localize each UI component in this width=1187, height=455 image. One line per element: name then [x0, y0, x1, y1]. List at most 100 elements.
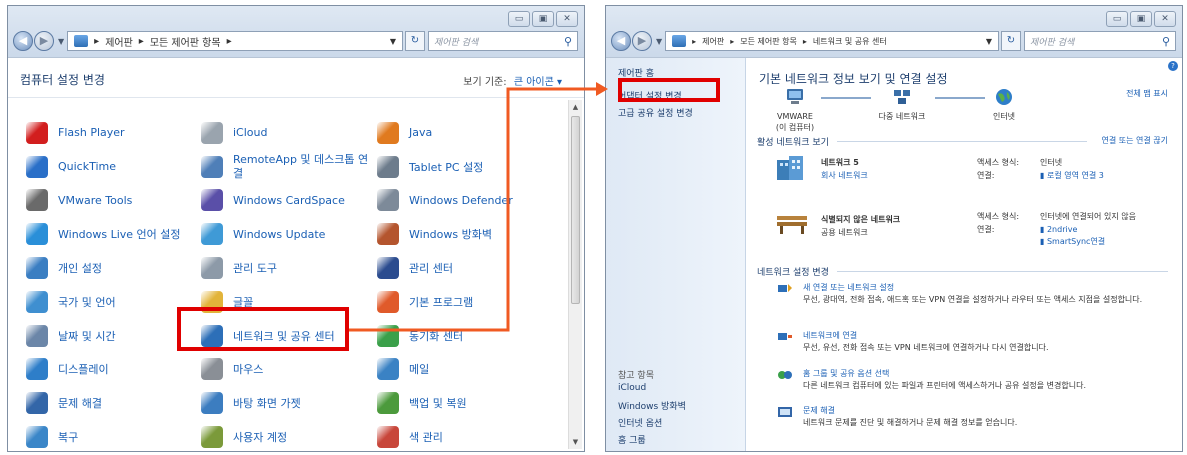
cp-item[interactable]: 개인 설정 — [26, 251, 198, 285]
address-bar: ◀ ▶ ▼ ▸ 제어판 ▸ 모든 제어판 항목 ▸ 네트워크 및 공유 센터 ▼… — [611, 30, 1176, 52]
connect-disconnect-link[interactable]: 연결 또는 연결 끊기 — [1101, 135, 1168, 146]
cp-item-label: 메일 — [409, 363, 430, 377]
cp-item[interactable]: 바탕 화면 가젯 — [201, 386, 374, 420]
network-2-connection-2-link[interactable]: ▮ SmartSync연결 — [1040, 236, 1105, 247]
page-title: 컴퓨터 설정 변경 — [20, 73, 105, 87]
vmware-icon — [26, 189, 48, 212]
address-field[interactable]: ▸ 제어판 ▸ 모든 제어판 항목 ▸ 네트워크 및 공유 센터 ▼ — [665, 31, 999, 51]
see-also-firewall-link[interactable]: Windows 방화벽 — [618, 399, 686, 412]
cp-item[interactable]: iCloud — [201, 116, 374, 150]
breadcrumb-all-items[interactable]: 모든 제어판 항목 — [150, 34, 221, 49]
address-field[interactable]: ▸ 제어판 ▸ 모든 제어판 항목 ▸ ▼ — [67, 31, 403, 51]
cp-item[interactable]: QuickTime — [26, 150, 198, 184]
network-2-connection-1-link[interactable]: ▮ 2ndrive — [1040, 224, 1077, 235]
remoteapp-icon — [201, 155, 223, 178]
cp-item[interactable]: 색 관리 — [377, 420, 547, 451]
network-1-type-link[interactable]: 회사 네트워크 — [821, 170, 868, 181]
cp-item[interactable]: Windows 방화벽 — [377, 217, 547, 251]
cp-item[interactable]: Java — [377, 116, 547, 150]
see-full-map-link[interactable]: 전체 맵 표시 — [1126, 88, 1168, 99]
cp-item-label: Windows Defender — [409, 193, 513, 207]
task-connect: 네트워크에 연결 무선, 유선, 전화 접속 또는 VPN 네트워크에 연결하거… — [777, 330, 1177, 353]
task-troubleshoot-link[interactable]: 문제 해결 — [803, 405, 1017, 417]
computer-name: VMWARE — [777, 112, 813, 121]
cp-item[interactable]: 날짜 및 시간 — [26, 319, 198, 353]
refresh-button[interactable]: ↻ — [1001, 31, 1021, 51]
map-node-network: 다중 네트워크 — [862, 88, 942, 122]
scroll-down-icon[interactable]: ▼ — [569, 435, 582, 449]
breadcrumb-control-panel[interactable]: 제어판 — [702, 36, 724, 47]
highlight-box-network-sharing — [177, 307, 349, 351]
task-connect-desc: 무선, 유선, 전화 접속 또는 VPN 네트워크에 연결하거나 다시 연결합니… — [803, 343, 1049, 352]
advanced-sharing-link[interactable]: 고급 공유 설정 변경 — [618, 106, 693, 119]
cp-item[interactable]: Flash Player — [26, 116, 198, 150]
task-new-connection-link[interactable]: 새 연결 또는 네트워크 설정 — [803, 282, 1142, 294]
cp-item[interactable]: Tablet PC 설정 — [377, 150, 547, 184]
cp-item-label: 기본 프로그램 — [409, 295, 474, 309]
scroll-up-icon[interactable]: ▲ — [569, 100, 582, 114]
see-also-internet-options-link[interactable]: 인터넷 옵션 — [618, 416, 662, 429]
history-dropdown-icon[interactable]: ▼ — [656, 37, 662, 46]
breadcrumb-network-sharing[interactable]: 네트워크 및 공유 센터 — [813, 36, 887, 47]
sync-center-icon — [377, 324, 399, 347]
cp-item-label: 마우스 — [233, 363, 264, 377]
cp-item[interactable]: 관리 센터 — [377, 251, 547, 285]
highlight-box-adapter-settings — [618, 78, 720, 102]
address-dropdown-icon[interactable]: ▼ — [986, 37, 992, 46]
windows-live-icon — [26, 223, 48, 246]
cp-item[interactable]: 백업 및 복원 — [377, 386, 547, 420]
cp-item[interactable]: 동기화 센터 — [377, 319, 547, 353]
cp-item[interactable]: Windows Defender — [377, 184, 547, 218]
network-1-connection-link[interactable]: ▮ 로컬 영역 연결 3 — [1040, 170, 1104, 181]
cp-item[interactable]: 문제 해결 — [26, 386, 198, 420]
breadcrumb-all-items[interactable]: 모든 제어판 항목 — [740, 36, 797, 47]
mouse-icon — [201, 358, 223, 381]
maximize-button[interactable]: ▣ — [532, 11, 554, 27]
task-homegroup-link[interactable]: 홈 그룹 및 공유 옵션 선택 — [803, 368, 1086, 380]
minimize-button[interactable]: ▭ — [1106, 11, 1128, 27]
maximize-button[interactable]: ▣ — [1130, 11, 1152, 27]
task-connect-link[interactable]: 네트워크에 연결 — [803, 330, 1049, 342]
address-dropdown-icon[interactable]: ▼ — [390, 37, 396, 46]
scrollbar-thumb[interactable] — [571, 116, 580, 304]
search-icon[interactable]: ⚲ — [564, 35, 572, 48]
cp-item[interactable]: 마우스 — [201, 353, 374, 387]
cp-item[interactable]: 복구 — [26, 420, 198, 451]
close-button[interactable]: ✕ — [1154, 11, 1176, 27]
back-button[interactable]: ◀ — [611, 31, 631, 51]
cp-item[interactable]: 디스플레이 — [26, 353, 198, 387]
network-2-conn-label: 연결: — [977, 225, 995, 234]
cp-item[interactable]: 사용자 계정 — [201, 420, 374, 451]
cp-item[interactable]: VMware Tools — [26, 184, 198, 218]
cp-item[interactable]: Windows Update — [201, 217, 374, 251]
new-connection-icon — [778, 284, 792, 292]
search-input[interactable]: 제어판 검색 ⚲ — [1024, 31, 1176, 51]
vertical-scrollbar[interactable]: ▲ ▼ — [568, 100, 582, 449]
adapter-icon: ▮ — [1040, 237, 1047, 246]
cp-item[interactable]: Windows CardSpace — [201, 184, 374, 218]
cp-item[interactable]: 기본 프로그램 — [377, 285, 547, 319]
refresh-button[interactable]: ↻ — [405, 31, 425, 51]
task-new-connection: 새 연결 또는 네트워크 설정 무선, 광대역, 전화 접속, 애드혹 또는 V… — [777, 282, 1177, 305]
date-time-icon — [26, 324, 48, 347]
search-icon[interactable]: ⚲ — [1162, 35, 1170, 48]
history-dropdown-icon[interactable]: ▼ — [58, 37, 64, 46]
close-button[interactable]: ✕ — [556, 11, 578, 27]
cp-item[interactable]: 국가 및 언어 — [26, 285, 198, 319]
minimize-button[interactable]: ▭ — [508, 11, 530, 27]
cp-item[interactable]: 메일 — [377, 353, 547, 387]
see-also-icloud-link[interactable]: iCloud — [618, 383, 646, 393]
breadcrumb-control-panel[interactable]: 제어판 — [105, 34, 133, 49]
cp-item[interactable]: RemoteApp 및 데스크톱 연결 — [201, 150, 374, 184]
network-sharing-window: ▭ ▣ ✕ ◀ ▶ ▼ ▸ 제어판 ▸ 모든 제어판 항목 ▸ 네트워크 및 공… — [605, 5, 1183, 452]
forward-button[interactable]: ▶ — [632, 31, 652, 51]
forward-button[interactable]: ▶ — [34, 31, 54, 51]
globe-icon — [996, 89, 1012, 105]
cp-item[interactable]: Windows Live 언어 설정 — [26, 217, 198, 251]
search-input[interactable]: 제어판 검색 ⚲ — [428, 31, 578, 51]
see-also-homegroup-link[interactable]: 홈 그룹 — [618, 433, 646, 446]
view-by-dropdown[interactable]: 큰 아이콘 ▾ — [514, 77, 562, 88]
back-button[interactable]: ◀ — [13, 31, 33, 51]
help-icon[interactable]: ? — [1168, 61, 1178, 71]
cp-item[interactable]: 관리 도구 — [201, 251, 374, 285]
